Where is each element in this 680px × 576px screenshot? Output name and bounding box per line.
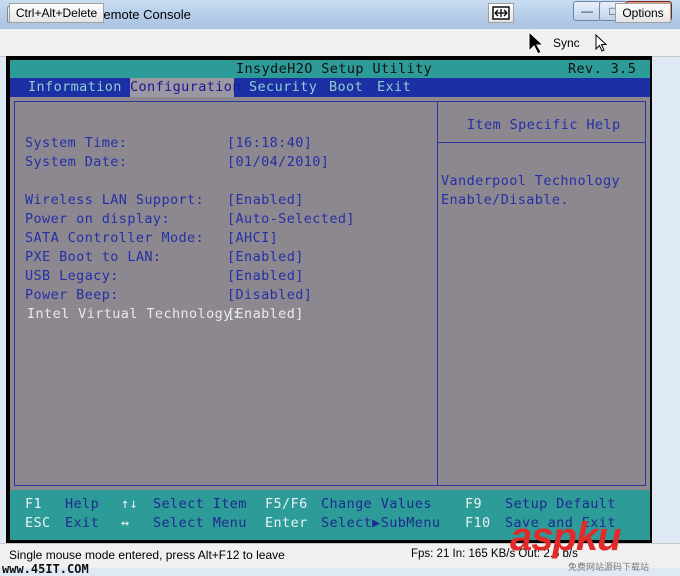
setting-label: System Date:: [25, 154, 128, 170]
key-enter: Enter: [265, 515, 308, 531]
menu-information[interactable]: Information: [28, 79, 122, 95]
key-esc: ESC: [25, 515, 51, 531]
setting-value-sata-mode[interactable]: [AHCI]: [227, 230, 278, 246]
setting-label: System Time:: [25, 135, 128, 151]
bios-revision: Rev. 3.5: [568, 61, 637, 77]
key-desc: Help: [65, 496, 100, 512]
key-desc: Select Item: [153, 496, 247, 512]
setting-label: Wireless LAN Support:: [25, 192, 205, 208]
key-up-down: ↑↓: [121, 496, 139, 512]
menu-security[interactable]: Security: [249, 79, 317, 95]
key-desc: Change Values: [321, 496, 432, 512]
setting-label: Power on display:: [25, 211, 170, 227]
mouse-cursor-icon[interactable]: [527, 31, 545, 55]
setting-value-system-date[interactable]: [01/04/2010]: [227, 154, 329, 170]
key-left-right: ↔: [121, 515, 130, 531]
setting-value-pxe-boot[interactable]: [Enabled]: [227, 249, 304, 265]
menu-boot[interactable]: Boot: [329, 79, 363, 95]
options-button[interactable]: Options: [615, 3, 671, 23]
minimize-button[interactable]: —: [573, 1, 601, 21]
watermark-aspku: aspku: [510, 515, 622, 559]
help-line: Vanderpool Technology: [441, 173, 621, 189]
key-desc: Select Menu: [153, 515, 247, 531]
setting-value-wireless-lan[interactable]: [Enabled]: [227, 192, 304, 208]
key-f9: F9: [465, 496, 483, 512]
key-f5-f6: F5/F6: [265, 496, 308, 512]
help-line: Enable/Disable.: [441, 192, 569, 208]
menu-exit[interactable]: Exit: [377, 79, 411, 95]
watermark-aspku-sub: 免费网站源码下载站: [568, 562, 650, 572]
key-desc: Setup Default: [505, 496, 616, 512]
fit-screen-icon: [492, 6, 510, 20]
setting-label: PXE Boot to LAN:: [25, 249, 162, 265]
setting-value-power-on-display[interactable]: [Auto-Selected]: [227, 211, 355, 227]
setting-label: SATA Controller Mode:: [25, 230, 205, 246]
fit-window-button[interactable]: [488, 3, 514, 23]
pointer-mode-icon[interactable]: [594, 34, 608, 52]
key-desc: Select▶SubMenu: [321, 515, 441, 531]
ctrl-alt-delete-button[interactable]: Ctrl+Alt+Delete: [9, 3, 104, 23]
key-desc: Exit: [65, 515, 100, 531]
help-title: Item Specific Help: [467, 117, 621, 133]
help-title-divider: [438, 142, 645, 143]
remote-bios-screen[interactable]: InsydeH2O Setup Utility Rev. 3.5 Informa…: [10, 60, 650, 540]
key-f10: F10: [465, 515, 491, 531]
setting-value-intel-vt[interactable]: [Enabled]: [227, 306, 304, 322]
setting-value-power-beep[interactable]: [Disabled]: [227, 287, 312, 303]
setting-label-selected: Intel Virtual Technology:: [27, 306, 241, 322]
sync-button[interactable]: Sync: [553, 36, 580, 50]
key-f1: F1: [25, 496, 43, 512]
watermark-45it: www.45IT.COM: [2, 562, 89, 576]
status-message: Single mouse mode entered, press Alt+F12…: [9, 548, 285, 562]
setting-label: USB Legacy:: [25, 268, 119, 284]
help-panel-divider: [437, 101, 438, 486]
setting-label: Power Beep:: [25, 287, 119, 303]
setting-value-system-time[interactable]: [16:18:40]: [227, 135, 312, 151]
bios-title: InsydeH2O Setup Utility: [236, 61, 433, 77]
menu-configuration[interactable]: Configuration: [130, 79, 241, 95]
setting-value-usb-legacy[interactable]: [Enabled]: [227, 268, 304, 284]
